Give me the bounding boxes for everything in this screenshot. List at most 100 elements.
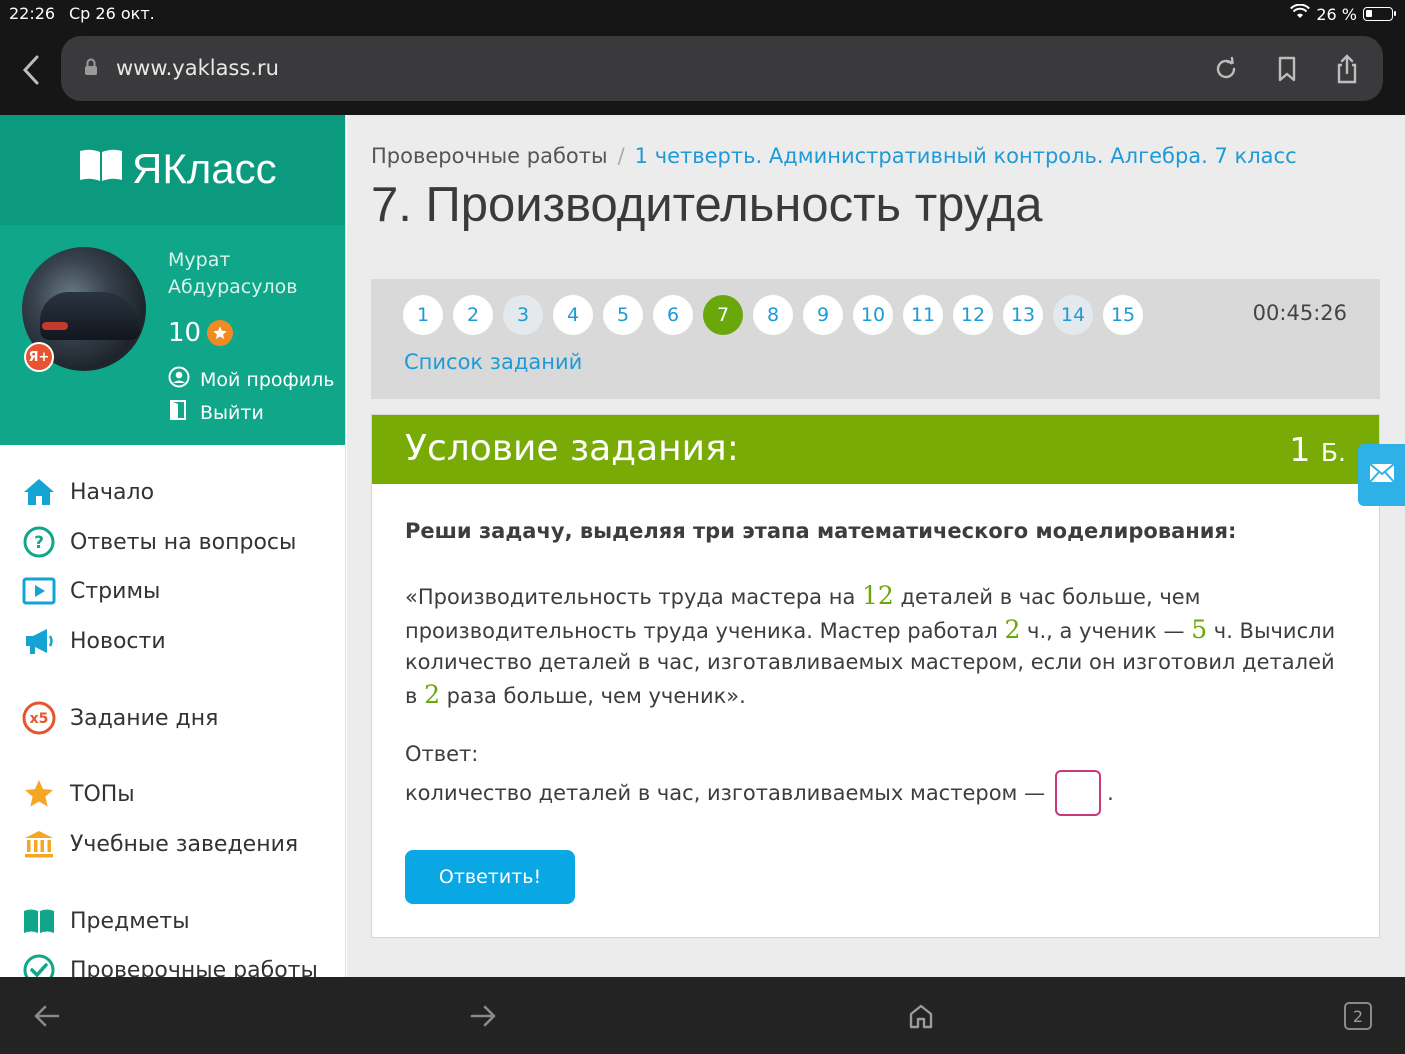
- profile-score: 10: [168, 318, 234, 348]
- feedback-mail-button[interactable]: [1358, 444, 1405, 506]
- task-page-14[interactable]: 14: [1053, 295, 1093, 335]
- x5-icon: x5: [22, 701, 56, 735]
- score-value: 10: [168, 318, 202, 348]
- answer-row: количество деталей в час, изготавливаемы…: [405, 770, 1114, 816]
- number-5-hours: 5: [1191, 614, 1208, 644]
- logo[interactable]: ЯКласс: [78, 145, 277, 193]
- logo-area[interactable]: ЯКласс: [0, 115, 345, 225]
- sidebar: ЯКласс Я+ Мурат Абдурасулов 10 Мой профи…: [0, 115, 346, 977]
- address-bar[interactable]: www.yaklass.ru: [61, 36, 1383, 101]
- lock-icon: [84, 58, 98, 80]
- tabs-button[interactable]: 2: [1338, 997, 1378, 1035]
- nav-label-answers: Ответы на вопросы: [70, 529, 297, 555]
- task-page-5[interactable]: 5: [603, 295, 643, 335]
- nav-item-answers[interactable]: ? Ответы на вопросы: [22, 525, 296, 559]
- task-condition-card: Условие задания: 1 Б. Реши задачу, выдел…: [371, 414, 1380, 938]
- status-right: 26 %: [1290, 3, 1396, 24]
- mail-icon: [1368, 463, 1395, 487]
- main-content: Проверочные работы / 1 четверть. Администр…: [347, 115, 1405, 977]
- nav-back-button[interactable]: [27, 997, 67, 1035]
- breadcrumb-root[interactable]: Проверочные работы: [371, 144, 608, 168]
- logout-link[interactable]: Выйти: [168, 399, 264, 426]
- url-text: www.yaklass.ru: [116, 56, 279, 80]
- my-profile-label: Мой профиль: [200, 368, 335, 391]
- nav-label-tops: ТОПы: [70, 781, 135, 807]
- star-icon: [22, 777, 56, 811]
- number-12: 12: [862, 581, 894, 610]
- condition-points: 1 Б.: [1289, 430, 1346, 469]
- answer-suffix: .: [1107, 781, 1114, 805]
- bookmark-button[interactable]: [1270, 52, 1304, 86]
- star-icon: [207, 320, 234, 346]
- tabs-count: 2: [1344, 1002, 1372, 1030]
- page-title: 7. Производительность труда: [371, 178, 1043, 232]
- share-button[interactable]: [1330, 52, 1364, 86]
- answer-label: Ответ:: [405, 742, 479, 766]
- task-page-3[interactable]: 3: [503, 295, 543, 335]
- task-pagination: 1 2 3 4 5 6 7 8 9 10 11 12 13 14 15: [403, 295, 1143, 335]
- question-icon: ?: [22, 525, 56, 559]
- home-button[interactable]: [901, 997, 941, 1035]
- task-page-7-active[interactable]: 7: [703, 295, 743, 335]
- submit-answer-button[interactable]: Ответить!: [405, 850, 575, 904]
- open-book-icon: [22, 904, 56, 938]
- x5-badge-text: x5: [30, 711, 49, 727]
- task-list-link[interactable]: Список заданий: [404, 350, 582, 374]
- check-circle-icon: [22, 953, 56, 977]
- nav-label-tests: Проверочные работы: [70, 957, 318, 978]
- answer-prefix: количество деталей в час, изготавливаемы…: [405, 781, 1046, 805]
- task-instruction: Реши задачу, выделяя три этапа математич…: [405, 519, 1237, 543]
- status-time: 22:26: [9, 4, 56, 23]
- breadcrumb-current-link[interactable]: 1 четверть. Административный контроль. А…: [635, 144, 1297, 168]
- task-page-4[interactable]: 4: [553, 295, 593, 335]
- profile-first-name: Мурат: [168, 249, 231, 271]
- my-profile-link[interactable]: Мой профиль: [168, 366, 334, 393]
- task-page-13[interactable]: 13: [1003, 295, 1043, 335]
- nav-item-daily-task[interactable]: x5 Задание дня: [22, 701, 218, 735]
- number-2-times: 2: [424, 679, 440, 709]
- condition-header: Условие задания: 1 Б.: [372, 415, 1379, 484]
- nav-label-daily-task: Задание дня: [70, 705, 219, 731]
- nav-item-streams[interactable]: Стримы: [22, 574, 160, 608]
- nav-item-tests[interactable]: Проверочные работы: [22, 953, 318, 977]
- task-page-1[interactable]: 1: [403, 295, 443, 335]
- reload-button[interactable]: [1209, 52, 1243, 86]
- task-page-12[interactable]: 12: [953, 295, 993, 335]
- task-text: «Производительность труда мастера на 12 …: [405, 581, 1336, 709]
- nav-label-news: Новости: [70, 628, 166, 654]
- breadcrumb: Проверочные работы / 1 четверть. Администр…: [371, 144, 1297, 168]
- nav-label-streams: Стримы: [70, 578, 161, 604]
- nav-label-home: Начало: [70, 479, 155, 505]
- nav-forward-button[interactable]: [463, 997, 503, 1035]
- status-date: Ср 26 окт.: [69, 4, 155, 23]
- number-2-hours: 2: [1004, 614, 1021, 644]
- task-page-15[interactable]: 15: [1103, 295, 1143, 335]
- logout-label: Выйти: [200, 401, 264, 424]
- task-page-2[interactable]: 2: [453, 295, 493, 335]
- nav-item-schools[interactable]: Учебные заведения: [22, 827, 298, 861]
- nav-item-tops[interactable]: ТОПы: [22, 777, 135, 811]
- wifi-icon: [1290, 3, 1311, 24]
- profile-card: Я+ Мурат Абдурасулов 10 Мой профиль Выйт…: [0, 225, 345, 445]
- institution-icon: [22, 827, 56, 861]
- battery-percent: 26 %: [1316, 4, 1357, 24]
- nav-label-schools: Учебные заведения: [70, 831, 299, 857]
- profile-last-name: Абдурасулов: [168, 276, 298, 298]
- nav-item-subjects[interactable]: Предметы: [22, 904, 190, 938]
- task-page-10[interactable]: 10: [853, 295, 893, 335]
- book-logo-icon: [78, 145, 124, 193]
- nav-item-home[interactable]: Начало: [22, 475, 154, 509]
- points-value: 1: [1289, 430, 1311, 469]
- task-page-8[interactable]: 8: [753, 295, 793, 335]
- task-page-11[interactable]: 11: [903, 295, 943, 335]
- answer-input[interactable]: [1055, 770, 1102, 816]
- browser-back-button[interactable]: [14, 50, 48, 90]
- task-page-6[interactable]: 6: [653, 295, 693, 335]
- ya-plus-badge: Я+: [24, 342, 54, 372]
- task-page-9[interactable]: 9: [803, 295, 843, 335]
- profile-name[interactable]: Мурат Абдурасулов: [168, 247, 297, 301]
- nav-item-news[interactable]: Новости: [22, 624, 166, 658]
- user-circle-icon: [168, 366, 190, 393]
- browser-toolbar: www.yaklass.ru: [0, 28, 1405, 115]
- logout-icon: [168, 399, 190, 426]
